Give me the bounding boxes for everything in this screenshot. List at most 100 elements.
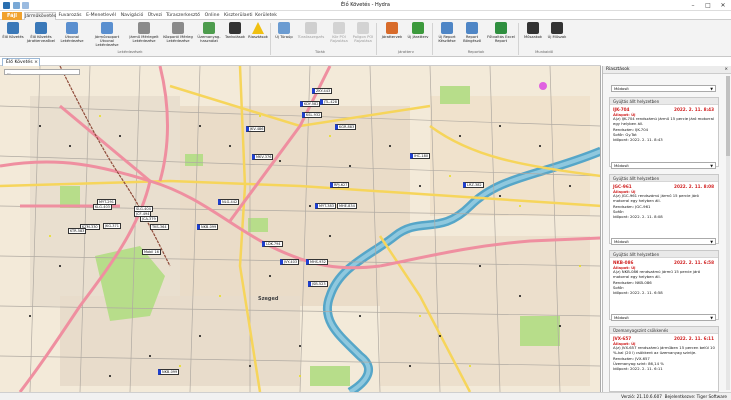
alerts-scrollbar[interactable] <box>726 76 730 390</box>
vehicle-label[interactable]: MHS-932 <box>306 259 328 265</box>
vehicle-label[interactable]: MHE-834 <box>337 203 357 209</box>
vehicle-label[interactable]: TKS-364 <box>150 224 169 230</box>
report-browser-icon <box>466 22 478 34</box>
excel-report-button[interactable]: Fűtvaltás Excel Report <box>486 22 516 50</box>
new-plan-icon <box>412 22 424 34</box>
group-route-icon <box>101 22 113 34</box>
live-tracking-planner-button[interactable]: Élő Követés Járattervezőbel <box>26 22 56 50</box>
vehicle-label[interactable]: JKG-371 <box>103 223 121 229</box>
alert-plate: JGC-961 <box>613 184 632 189</box>
vehicle-label[interactable]: JTL-428 <box>320 99 340 105</box>
new-route-plan-button[interactable]: Új Járatterv <box>406 22 430 50</box>
file-tab[interactable]: Fájl <box>2 12 22 20</box>
report-browser-button[interactable]: Report Böngésző <box>460 22 484 50</box>
vehicle-label[interactable]: MYT-383 <box>315 203 336 209</box>
tab-navigacio[interactable]: Navigáció <box>120 12 144 20</box>
vehicle-label[interactable]: JSB-523 <box>308 281 328 287</box>
vehicle-label[interactable]: NLG-442 <box>218 199 240 205</box>
alert-description: A(z) NKB-086 rendszámú jármű 15 percie j… <box>613 269 701 279</box>
vehicle-label[interactable]: KLG-403 <box>93 204 112 210</box>
vehicle-label[interactable]: SLG-404 <box>134 206 153 212</box>
city-label: Szeged <box>258 296 279 302</box>
refuelings-button[interactable]: Tankolások <box>224 22 246 50</box>
group-label-reports: Reportok <box>467 50 485 54</box>
alert-type: Gyújtás állt helyzetben <box>610 251 718 258</box>
status-dropdown[interactable]: Módosít ▼ <box>611 238 716 245</box>
vehicle-label[interactable]: Mobil 16 <box>142 249 161 255</box>
status-dropdown[interactable]: Módosít ▼ <box>611 314 716 321</box>
group-label-tours: Túrák <box>315 50 325 54</box>
minimize-button[interactable]: – <box>686 1 700 10</box>
maximize-button[interactable]: □ <box>701 1 715 10</box>
document-tab-live-tracking[interactable]: Élő Követés × <box>2 58 40 66</box>
alert-timestamp: Időpont: 2022. 2. 11. 6:11 <box>613 365 663 371</box>
vehicle-label[interactable]: JKV-486 <box>246 126 266 132</box>
close-tab-icon[interactable]: × <box>34 60 38 65</box>
circle-poi-button[interactable]: Kör POI Rajzolása <box>328 22 350 50</box>
map-view[interactable]: ... Szeged ZKY-443 JTL-428 KDY-582 KSL-9… <box>0 66 601 392</box>
alert-card[interactable]: Üzemanyagszint csökkenés JVX-657 2022. 2.… <box>609 326 719 392</box>
tour-summary-button[interactable]: Túraösszegzés <box>296 22 326 50</box>
alerts-button[interactable]: Riasztások <box>248 22 268 50</box>
tab-keruletek[interactable]: Kerületek <box>254 12 278 20</box>
close-panel-icon[interactable]: × <box>724 66 728 74</box>
alerts-panel: Riasztások × Módosít ▼ Gyújtás állt helyze… <box>602 66 731 392</box>
alert-time: 2022. 2. 11. 6:11 <box>674 336 714 341</box>
tab-online[interactable]: Online <box>202 12 222 20</box>
vehicle-label[interactable]: IHC-180 <box>410 153 431 159</box>
vehicle-label[interactable]: ZKY-443 <box>312 88 333 94</box>
polygon-poi-button[interactable]: Poligon POI Rajzolása <box>352 22 374 50</box>
tab-jarmukovetes[interactable]: Járműkövetés <box>24 12 56 20</box>
vehicle-label[interactable]: NKB-099 <box>158 369 180 375</box>
alert-card[interactable]: Gyújtás állt helyzetben NKB-086 2022. 2. … <box>609 250 719 320</box>
vehicle-label[interactable]: RPJ-627 <box>330 182 350 188</box>
vehicle-label[interactable]: KSL-932 <box>302 112 323 118</box>
route-icon <box>66 22 78 34</box>
car-icon <box>7 22 19 34</box>
vehicle-label[interactable]: KDY-582 <box>300 101 321 107</box>
status-dropdown[interactable]: Módosít ▼ <box>611 85 716 92</box>
shifts-button[interactable]: Műszakok <box>522 22 544 50</box>
alerts-panel-header: Riasztások × <box>603 66 731 74</box>
document-tab-bar: Élő Követés × <box>0 57 601 66</box>
circle-poi-icon <box>333 22 345 34</box>
tab-utvezi[interactable]: Ütvezi <box>146 12 164 20</box>
new-shift-button[interactable]: Új Műszak <box>546 22 568 50</box>
vehicle-label[interactable]: LDK-794 <box>262 241 283 247</box>
alert-card[interactable]: Gyújtás állt helyzetben IJK-704 2022. 2. … <box>609 97 719 167</box>
vehicle-label[interactable]: JCA-379 <box>140 216 158 222</box>
vehicle-label[interactable]: LRZ-382 <box>463 182 484 188</box>
fuel-usage-button[interactable]: Üzemanyag-használat <box>196 22 222 50</box>
scrollbar-thumb[interactable] <box>726 76 730 156</box>
tab-turaszerkeszto[interactable]: Túraszerkesztő <box>166 12 200 20</box>
tab-fuvarozas[interactable]: Fuvarozás <box>58 12 82 20</box>
new-tour-button[interactable]: Új Túraúp <box>274 22 294 50</box>
chevron-down-icon: ▼ <box>710 240 713 244</box>
group-label-worktime: Munkaidő <box>535 50 553 54</box>
group-route-query-button[interactable]: Járműcsoport Útvonal Lekérdezése <box>88 22 126 50</box>
route-plans-button[interactable]: Járattervek <box>380 22 404 50</box>
alert-timestamp: Időpont: 2022. 2. 11. 8:43 <box>613 136 663 142</box>
window-title: Élő Követés - Hydra <box>341 2 390 8</box>
alert-plate: NKB-086 <box>613 260 634 265</box>
chevron-down-icon: ▼ <box>710 316 713 320</box>
ribbon: Élő Követés Élő Követés Járattervezőbel … <box>0 20 731 57</box>
alert-card[interactable]: Gyújtás állt helyzetben JGC-961 2022. 2. … <box>609 174 719 244</box>
map-vehicle-filter[interactable]: ... <box>4 69 80 75</box>
alert-description: A(z) JGC-961 rendszámú jármű 15 percie j… <box>613 193 699 203</box>
tab-kiszterulaeti[interactable]: Kiszterülaeti <box>224 12 253 20</box>
vehicle-weighing-button[interactable]: Jármű Mérlegelt Lekérdezése <box>128 22 160 50</box>
live-tracking-button[interactable]: Élő Követés <box>2 22 24 50</box>
vehicle-label[interactable]: MKV-376 <box>252 154 274 160</box>
tab-e-menetlevel[interactable]: E-Menetlevél <box>84 12 118 20</box>
vehicle-label[interactable]: NKB-099 <box>197 224 219 230</box>
close-button[interactable]: ✕ <box>716 1 730 10</box>
vehicle-label[interactable]: KTR-583 <box>68 228 87 234</box>
status-dropdown[interactable]: Módosít ▼ <box>611 162 716 169</box>
new-report-button[interactable]: Új Report Készítése <box>436 22 458 50</box>
vehicle-label[interactable]: JVY-403 <box>280 259 300 265</box>
vehicle-label[interactable]: KGR-883 <box>335 124 357 130</box>
central-weighing-button[interactable]: Központi Mérleg Lekérdezése <box>162 22 194 50</box>
ribbon-tab-row: Fájl Járműkövetés Fuvarozás E-Menetlevél… <box>0 11 731 20</box>
route-query-button[interactable]: Útvonal Lekérdezése <box>58 22 86 50</box>
